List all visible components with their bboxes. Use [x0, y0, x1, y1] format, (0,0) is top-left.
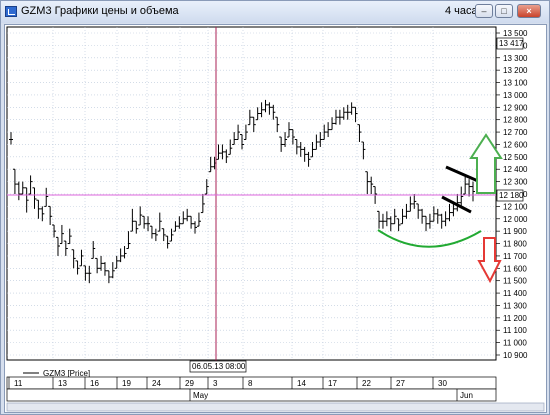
day-label: 24: [152, 379, 161, 388]
price-tick-label: 12 600: [503, 140, 528, 149]
minimize-button[interactable]: –: [475, 4, 493, 18]
horizontal-scrollbar[interactable]: [6, 402, 545, 412]
day-label: 29: [185, 379, 194, 388]
day-label: 13: [58, 379, 67, 388]
day-label: 8: [248, 379, 253, 388]
price-tick-label: 11 900: [503, 227, 527, 236]
price-tick-label: 11 100: [503, 326, 527, 335]
price-tick-label: 11 400: [503, 289, 527, 298]
chart-window-icon: [5, 6, 17, 17]
day-label: 14: [297, 379, 306, 388]
price-tick-label: 13 200: [503, 66, 528, 75]
chart-area[interactable]: 13 50013 40013 30013 20013 10013 00012 9…: [4, 24, 547, 413]
interval-label: 4 часа: [445, 5, 478, 17]
day-label: 11: [14, 379, 23, 388]
day-label: 17: [328, 379, 337, 388]
price-tick-label: 12 700: [503, 128, 528, 137]
close-button[interactable]: ×: [517, 4, 541, 18]
chart-window: GZM3 Графики цены и объема 4 часа – □ × …: [0, 0, 550, 415]
price-tick-label: 11 500: [503, 277, 527, 286]
price-tick-label: 12 500: [503, 153, 528, 162]
title-bar[interactable]: GZM3 Графики цены и объема 4 часа – □ ×: [1, 1, 549, 23]
price-tick-label: 12 900: [503, 103, 528, 112]
plot-frame: [6, 26, 497, 361]
price-tick-label: 12 000: [503, 215, 528, 224]
price-tick-label: 11 200: [503, 314, 527, 323]
legend-label: GZM3 [Price]: [43, 369, 90, 378]
day-label: 19: [122, 379, 131, 388]
price-tick-label: 13 500: [503, 29, 528, 38]
price-tick-label: 12 300: [503, 178, 528, 187]
price-tick-label: 12 800: [503, 116, 528, 125]
crosshair-price-label: 13 417: [499, 39, 524, 48]
price-tick-label: 12 100: [503, 202, 528, 211]
price-tick-label: 11 000: [503, 339, 527, 348]
price-chart[interactable]: 13 50013 40013 30013 20013 10013 00012 9…: [5, 25, 546, 412]
price-tick-label: 12 400: [503, 165, 528, 174]
month-label-may: May: [193, 391, 208, 400]
price-tick-label: 13 000: [503, 91, 528, 100]
price-tick-label: 10 900: [503, 351, 528, 360]
day-label: 3: [213, 379, 218, 388]
day-label: 16: [90, 379, 99, 388]
day-label: 30: [438, 379, 447, 388]
price-tick-label: 11 700: [503, 252, 527, 261]
price-tick-label: 13 100: [503, 79, 528, 88]
maximize-button[interactable]: □: [495, 4, 513, 18]
last-price-label: 12 180: [499, 191, 524, 200]
crosshair-date-label: 06.05.13 08:00: [192, 362, 246, 371]
price-tick-label: 11 600: [503, 264, 527, 273]
price-tick-label: 13 300: [503, 54, 528, 63]
day-label: 22: [362, 379, 371, 388]
price-tick-label: 11 300: [503, 301, 527, 310]
price-tick-label: 11 800: [503, 240, 527, 249]
day-label: 27: [396, 379, 405, 388]
month-label-jun: Jun: [460, 391, 473, 400]
window-title: GZM3 Графики цены и объема: [21, 5, 179, 17]
date-axis-months: [6, 388, 497, 402]
